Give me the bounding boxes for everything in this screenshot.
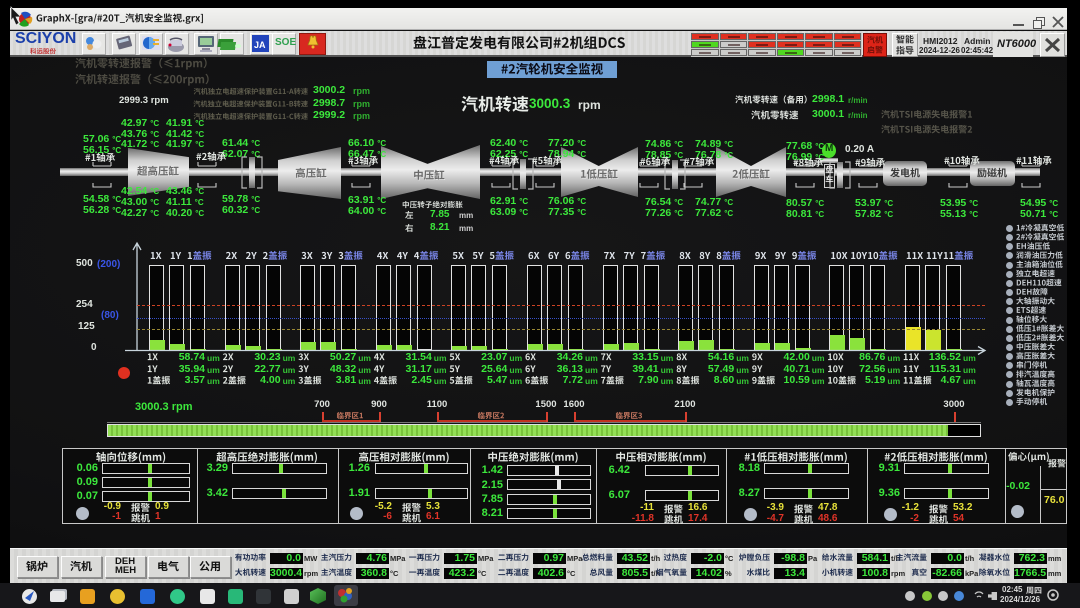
svg-text:JA: JA bbox=[254, 40, 266, 50]
